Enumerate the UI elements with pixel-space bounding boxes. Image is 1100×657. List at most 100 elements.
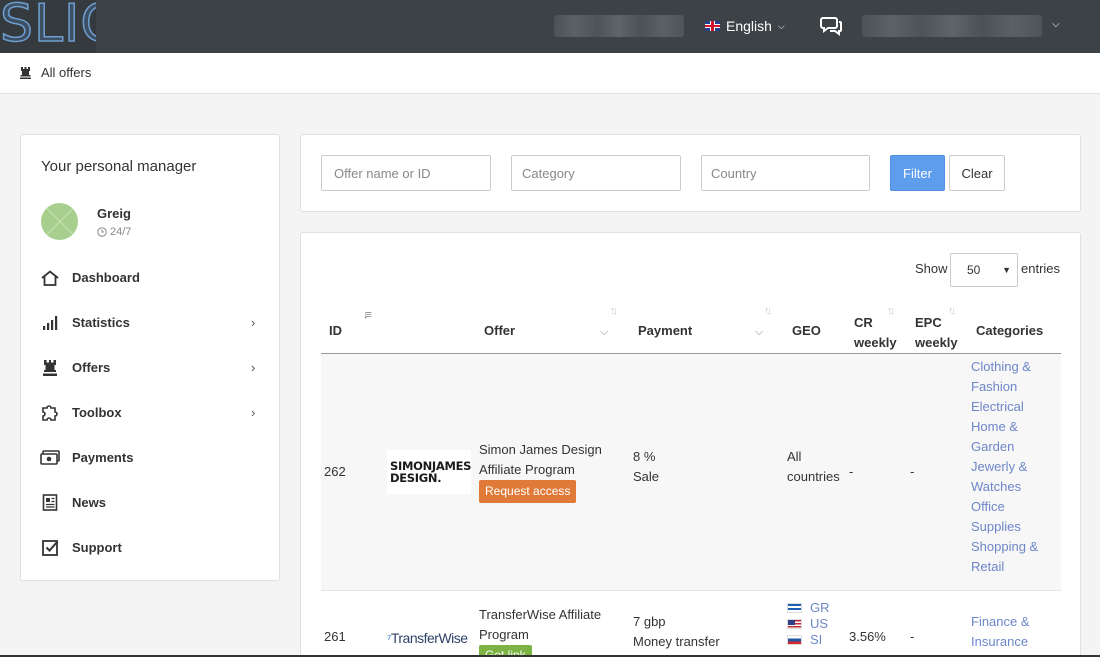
slovenia-flag-icon [787,635,802,645]
filter-panel: Filter Clear [300,134,1081,212]
cr-weekly: 3.56% [849,629,886,644]
manager-availability: 24/7 [97,226,131,238]
epc-header-line1: EPC [915,315,942,330]
chevron-down-icon: ⌵ [777,20,785,31]
sidebar-item-payments[interactable]: Payments [21,435,279,480]
cr-header-line1: CR [854,315,873,330]
entries-value: 50 [967,263,981,277]
offer-name-line1[interactable]: TransferWise Affiliate [479,607,601,622]
clear-button[interactable]: Clear [949,155,1005,191]
usa-flag-icon [787,619,802,629]
column-header-epc[interactable]: EPC weekly [915,313,958,353]
epc-weekly: - [910,629,915,644]
offer-logo[interactable]: ⁷TransferWise [387,630,468,646]
sort-icon[interactable]: ↑↓ [764,305,772,317]
filter-button[interactable]: Filter [890,155,945,191]
entries-label: entries [1021,261,1061,276]
blurred-user-name[interactable] [862,15,1042,37]
sort-icon[interactable]: ↑↓ [948,305,956,317]
breadcrumb-current[interactable]: All offers [41,65,91,80]
category-link[interactable]: Retail [971,557,1038,577]
sort-icon[interactable]: ↑↓ [887,305,895,317]
category-link[interactable]: Office [971,497,1038,517]
category-link[interactable]: Fashion [971,377,1038,397]
category-link[interactable]: Home & [971,417,1038,437]
category-input[interactable] [511,155,681,191]
sidebar-item-support[interactable]: Support [21,525,279,570]
sidebar-item-label: Offers [72,360,111,375]
manager-title: Your personal manager [41,158,197,175]
checkbox-icon [40,538,60,558]
geo-list: GR US SI [787,600,830,648]
column-header-cr[interactable]: CR weekly [854,313,897,353]
epc-header-line2: weekly [915,335,958,350]
categories-list: Clothing & Fashion Electrical Home & Gar… [971,357,1038,577]
offer-id: 262 [324,464,346,479]
sort-icon[interactable]: ↑↓ [610,305,618,317]
category-link[interactable]: Garden [971,437,1038,457]
cr-weekly: - [849,464,854,479]
language-selector[interactable]: English ⌵ [705,18,785,34]
clock-icon [97,227,107,237]
offer-name-line2[interactable]: Program [479,627,529,642]
category-link[interactable]: Watches [971,477,1038,497]
newspaper-icon [40,493,60,513]
offer-search-input[interactable] [321,155,491,191]
geo-item: SI [787,632,830,648]
home-icon [40,268,60,288]
column-header-payment[interactable]: Payment [638,323,692,338]
sidebar-item-label: Support [72,540,122,555]
column-header-id[interactable]: ID [329,323,342,338]
sidebar-item-label: Payments [72,450,134,465]
chevron-down-icon: ⌵ [600,326,609,338]
payment-amount: 8 % [633,449,656,464]
column-header-offer[interactable]: Offer [484,323,515,338]
availability-text: 24/7 [110,226,132,238]
breadcrumb-bar: All offers [0,53,1100,94]
offer-name-line1[interactable]: Simon James Design [479,442,602,457]
chevron-right-icon: › [251,315,256,330]
payment: 7 gbp Money transfer [633,612,720,652]
geo-link[interactable]: SI [810,632,822,648]
top-navbar: SLICE English ⌵ ⌵ [0,0,1100,53]
puzzle-icon [40,403,60,423]
chess-rook-icon [40,358,60,378]
category-link[interactable]: Jewerly & [971,457,1038,477]
sort-desc-icon[interactable]: ↓≡ [363,309,372,321]
geo-link[interactable]: US [810,616,828,632]
sidebar-item-statistics[interactable]: Statistics › [21,300,279,345]
entries-select[interactable]: 50 ▼ [950,253,1018,287]
breadcrumb: All offers [19,65,91,80]
blurred-balance [554,15,684,37]
money-icon [40,448,60,468]
category-link[interactable]: Shopping & [971,537,1038,557]
payment: 8 % Sale [633,447,659,487]
sidebar-item-news[interactable]: News [21,480,279,525]
sidebar-item-toolbox[interactable]: Toolbox › [21,390,279,435]
geo: All countries [787,447,840,487]
category-link[interactable]: Finance & [971,612,1030,632]
chat-icon[interactable] [820,16,842,36]
sidebar-item-label: Dashboard [72,270,140,285]
geo-link[interactable]: GR [810,600,830,616]
caret-down-icon: ▼ [1002,265,1011,275]
category-link[interactable]: Supplies [971,517,1038,537]
category-link[interactable]: Insurance [971,632,1030,652]
country-input[interactable] [701,155,870,191]
category-link[interactable]: Clothing & [971,357,1038,377]
sidebar-item-dashboard[interactable]: Dashboard [21,255,279,300]
logo-text: TransferWise [390,630,468,646]
logo-text: SLICE [0,0,96,53]
offers-table-panel: Show 50 ▼ entries ID ↓≡ Offer ↑↓ ⌵ Payme… [300,232,1081,657]
user-menu-chevron-icon[interactable]: ⌵ [1052,19,1060,30]
sidebar-item-offers[interactable]: Offers › [21,345,279,390]
request-access-button[interactable]: Request access [479,480,577,503]
payment-amount: 7 gbp [633,614,666,629]
manager-avatar [41,203,78,240]
bar-chart-icon [40,313,60,333]
sidebar-panel: Your personal manager Greig 24/7 Dashboa… [20,134,280,581]
category-link[interactable]: Electrical [971,397,1038,417]
offer-name-line2[interactable]: Affiliate Program [479,462,575,477]
brand-logo[interactable]: SLICE [0,0,96,53]
offer-logo[interactable]: SIMONJAMES DESIGN. [387,450,471,494]
